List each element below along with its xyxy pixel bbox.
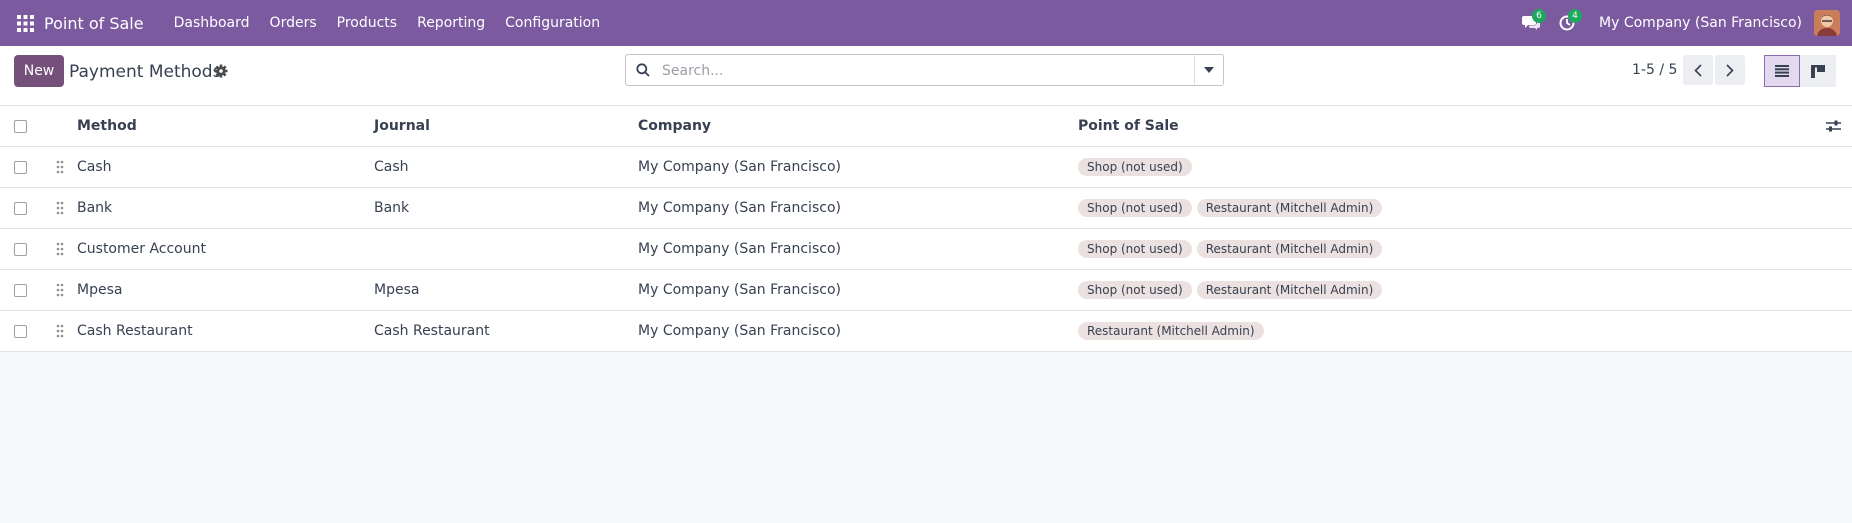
journal-cell: Cash [374, 159, 409, 175]
table-row[interactable]: Customer Account My Company (San Francisc… [0, 229, 1852, 270]
menu-orders[interactable]: Orders [260, 15, 327, 31]
apps-grid-icon[interactable] [12, 10, 38, 36]
page-title: Payment Methods [69, 62, 222, 82]
method-cell: Cash Restaurant [77, 323, 193, 339]
column-header-point-of-sale[interactable]: Point of Sale [1078, 106, 1179, 146]
company-switcher[interactable]: My Company (San Francisco) [1599, 15, 1802, 31]
method-cell: Mpesa [77, 282, 123, 298]
kanban-view-button[interactable] [1800, 55, 1836, 87]
list-view-icon [1775, 65, 1789, 77]
pos-tag: Shop (not used) [1078, 199, 1192, 217]
control-panel: New Payment Methods 1-5 / 5 [0, 46, 1852, 106]
point-of-sale-cell: Shop (not used) [1078, 147, 1197, 187]
activities-badge: 4 [1568, 9, 1583, 23]
pos-tag: Shop (not used) [1078, 240, 1192, 258]
kanban-view-icon [1811, 64, 1825, 78]
drag-handle-icon[interactable] [55, 282, 65, 298]
company-cell: My Company (San Francisco) [638, 323, 841, 339]
method-cell: Bank [77, 200, 113, 216]
messages-badge: 6 [1532, 9, 1547, 23]
payment-methods-list: Method Journal Company Point of Sale Cas… [0, 106, 1852, 352]
pos-tag: Restaurant (Mitchell Admin) [1196, 199, 1383, 217]
pos-tag: Restaurant (Mitchell Admin) [1078, 322, 1264, 340]
activities-button[interactable]: 4 [1549, 0, 1585, 46]
row-checkbox[interactable] [14, 242, 27, 256]
new-button[interactable]: New [14, 55, 64, 87]
pos-tag: Shop (not used) [1078, 158, 1192, 176]
systray: 6 4 My Company (San Francisco) [1513, 0, 1852, 46]
pager-previous-button[interactable] [1683, 55, 1713, 85]
row-checkbox[interactable] [14, 283, 27, 297]
pager-next-button[interactable] [1715, 55, 1745, 85]
drag-handle-icon[interactable] [55, 200, 65, 216]
drag-handle-icon[interactable] [55, 159, 65, 175]
point-of-sale-cell: Shop (not used) Restaurant (Mitchell Admi… [1078, 188, 1387, 228]
column-header-company[interactable]: Company [638, 106, 711, 146]
company-cell: My Company (San Francisco) [638, 282, 841, 298]
gear-icon[interactable] [213, 63, 229, 79]
app-name[interactable]: Point of Sale [44, 14, 144, 33]
pos-tag: Shop (not used) [1078, 281, 1192, 299]
column-header-method[interactable]: Method [77, 106, 137, 146]
drag-handle-icon[interactable] [55, 241, 65, 257]
point-of-sale-cell: Shop (not used) Restaurant (Mitchell Admi… [1078, 229, 1387, 269]
chevron-right-icon [1726, 63, 1734, 77]
top-navbar: Point of Sale Dashboard Orders Products … [0, 0, 1852, 46]
row-checkbox[interactable] [14, 201, 27, 215]
company-cell: My Company (San Francisco) [638, 241, 841, 257]
avatar[interactable] [1814, 10, 1840, 36]
table-row[interactable]: Cash Restaurant Cash Restaurant My Company… [0, 311, 1852, 352]
table-row[interactable]: Cash Cash My Company (San Francisco) Shop (… [0, 147, 1852, 188]
pager-value[interactable]: 1-5 / 5 [1632, 62, 1677, 78]
company-cell: My Company (San Francisco) [638, 159, 841, 175]
journal-cell: Bank [374, 200, 410, 216]
menu-configuration[interactable]: Configuration [495, 15, 610, 31]
search-input[interactable] [660, 55, 1164, 87]
menu-reporting[interactable]: Reporting [407, 15, 495, 31]
list-header: Method Journal Company Point of Sale [0, 106, 1852, 147]
caret-down-icon [1204, 67, 1214, 73]
search-options-toggle[interactable] [1194, 55, 1223, 85]
search-icon [636, 63, 650, 77]
menu-dashboard[interactable]: Dashboard [164, 15, 260, 31]
search-bar [625, 54, 1224, 87]
messages-button[interactable]: 6 [1513, 0, 1549, 46]
chevron-left-icon [1694, 63, 1702, 77]
point-of-sale-cell: Shop (not used) Restaurant (Mitchell Admi… [1078, 270, 1387, 310]
method-cell: Cash [77, 159, 112, 175]
drag-handle-icon[interactable] [55, 323, 65, 339]
row-checkbox[interactable] [14, 324, 27, 338]
select-all-checkbox[interactable] [14, 119, 27, 133]
row-checkbox[interactable] [14, 160, 27, 174]
journal-cell: Cash Restaurant [374, 323, 490, 339]
list-view-button[interactable] [1764, 55, 1800, 87]
main-menu: Dashboard Orders Products Reporting Conf… [164, 15, 611, 31]
company-cell: My Company (San Francisco) [638, 200, 841, 216]
method-cell: Customer Account [77, 241, 206, 257]
pos-tag: Restaurant (Mitchell Admin) [1196, 281, 1383, 299]
table-row[interactable]: Mpesa Mpesa My Company (San Francisco) Shop… [0, 270, 1852, 311]
column-header-journal[interactable]: Journal [374, 106, 430, 146]
pos-tag: Restaurant (Mitchell Admin) [1196, 240, 1383, 258]
point-of-sale-cell: Restaurant (Mitchell Admin) [1078, 311, 1269, 351]
menu-products[interactable]: Products [327, 15, 407, 31]
column-settings-icon[interactable] [1826, 106, 1841, 146]
table-row[interactable]: Bank Bank My Company (San Francisco) Shop (… [0, 188, 1852, 229]
journal-cell: Mpesa [374, 282, 420, 298]
